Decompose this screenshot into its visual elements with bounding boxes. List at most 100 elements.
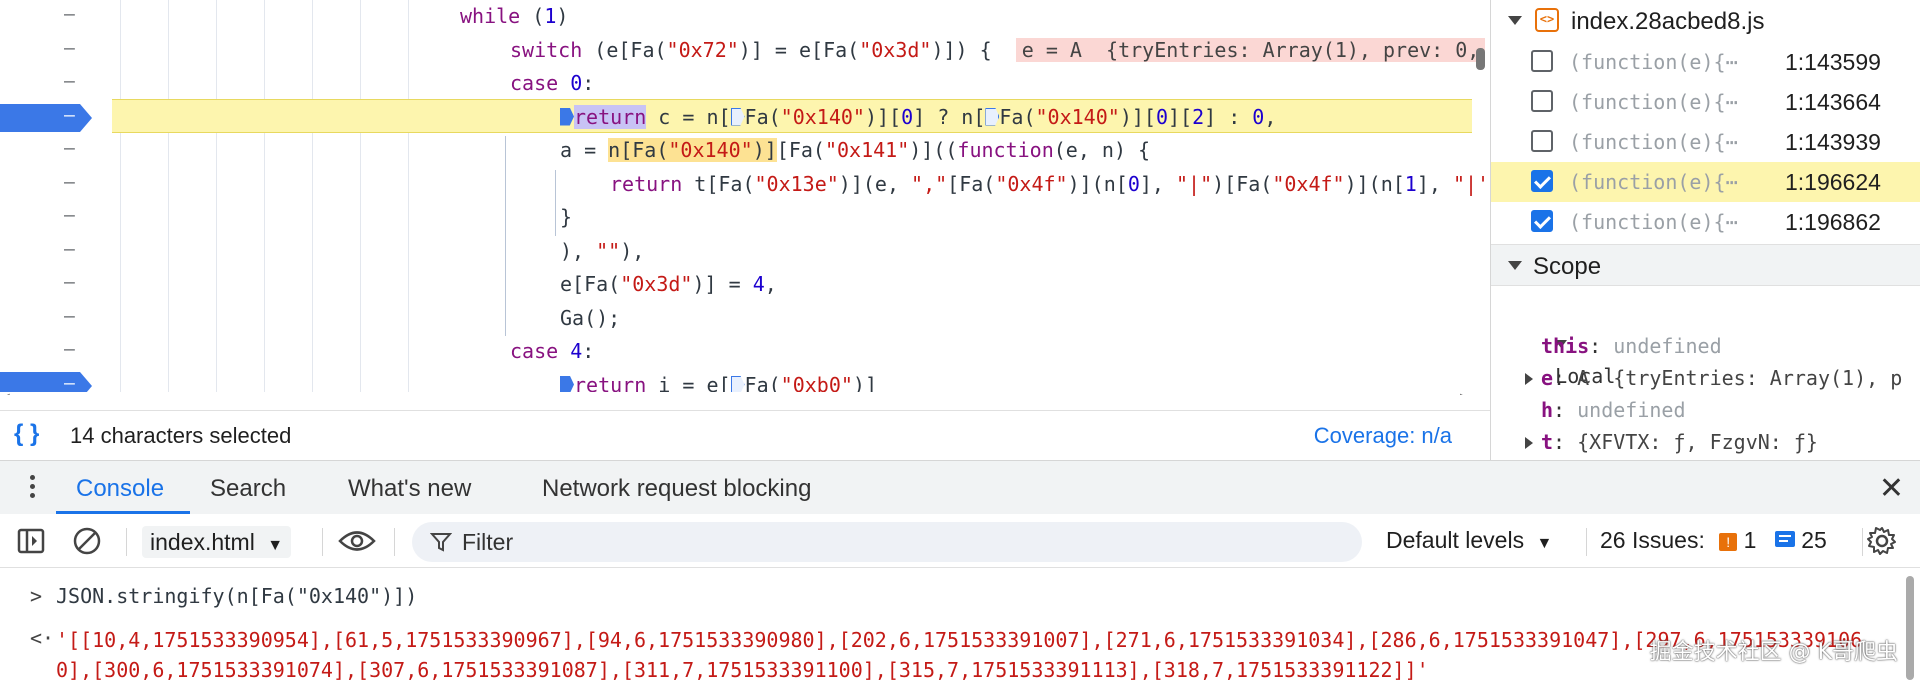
sidebar-toggle-icon[interactable]	[16, 526, 46, 561]
code-token: )[Fa(	[1212, 171, 1273, 196]
gutter-dash: –	[64, 372, 75, 394]
inline-breakpoint-icon[interactable]	[985, 107, 1000, 126]
issues-warning-count: 1	[1743, 527, 1757, 553]
code-token: c = n[	[646, 104, 731, 129]
code-line[interactable]: return c = n[Fa("0x140")][0] ? n[Fa("0x1…	[560, 100, 1276, 134]
breakpoint-item[interactable]: (function(e){⋯ 1:143599	[1491, 42, 1920, 82]
code-token: "|'	[1452, 171, 1490, 196]
tab-network-request-blocking[interactable]: Network request blocking	[542, 475, 811, 503]
gutter-line[interactable]: –	[0, 67, 100, 100]
breakpoint-checkbox[interactable]	[1531, 90, 1553, 112]
console-result[interactable]: '[[10,4,1751533390954],[61,5,17515333909…	[56, 625, 1876, 685]
scope-variable-this[interactable]: this: undefined	[1525, 330, 1722, 362]
breakpoint-checkbox[interactable]	[1531, 170, 1553, 192]
breakpoint-item[interactable]: (function(e){⋯ 1:196624	[1491, 162, 1920, 202]
context-selector[interactable]: index.html ▼	[142, 526, 292, 558]
gutter-line[interactable]: –	[0, 0, 100, 33]
pretty-print-icon[interactable]: { }	[14, 420, 39, 448]
log-levels-dropdown[interactable]: Default levels ▼	[1386, 527, 1552, 554]
breakpoint-snippet: (function(e){⋯	[1569, 130, 1738, 154]
breakpoint-checkbox[interactable]	[1531, 130, 1553, 152]
expand-triangle-icon[interactable]	[1525, 373, 1533, 385]
scope-local-group[interactable]: Local	[1507, 296, 1615, 388]
code-line[interactable]: }	[560, 200, 572, 234]
coverage-status[interactable]: Coverage: n/a	[1314, 423, 1452, 449]
tab-search[interactable]: Search	[210, 475, 286, 503]
scroll-left-icon[interactable]: ◀	[2, 392, 10, 395]
collapse-triangle-icon[interactable]	[1508, 261, 1522, 270]
code-token: ),	[560, 238, 597, 263]
scope-section-header[interactable]: Scope	[1491, 244, 1920, 286]
breakpoint-item[interactable]: (function(e){⋯ 1:143664	[1491, 82, 1920, 122]
gutter-line[interactable]: –	[0, 101, 100, 134]
inline-breakpoint-icon[interactable]	[730, 375, 745, 394]
code-line[interactable]: case 4:	[510, 334, 594, 368]
gutter-dash: –	[64, 138, 75, 159]
indent-guide	[408, 0, 409, 395]
breakpoint-location: 1:143939	[1785, 129, 1881, 155]
inline-breakpoint-icon[interactable]	[560, 107, 574, 126]
console-scrollbar[interactable]	[1906, 576, 1914, 680]
inline-breakpoint-icon[interactable]	[560, 375, 574, 394]
scope-variable-e[interactable]: e: A {tryEntries: Array(1), p	[1525, 362, 1902, 394]
code-token: [Fa(	[947, 171, 996, 196]
code-line[interactable]: ), ""),	[560, 234, 644, 268]
scope-variable-t[interactable]: t: {XFVTX: ƒ, FzgvN: ƒ}	[1525, 426, 1818, 458]
code-token: 0	[1252, 104, 1265, 129]
gutter-line[interactable]: –	[0, 201, 100, 234]
issues-label: 26 Issues:	[1600, 527, 1705, 553]
console-command[interactable]: JSON.stringify(n[Fa("0x140")])	[56, 584, 417, 608]
breakpoint-item[interactable]: (function(e){⋯ 1:143939	[1491, 122, 1920, 162]
close-drawer-icon[interactable]: ✕	[1879, 471, 1904, 506]
indent-guide	[312, 0, 313, 395]
scroll-right-icon[interactable]: ▶	[1460, 392, 1468, 395]
inline-breakpoint-icon[interactable]	[730, 107, 745, 126]
gutter-line[interactable]: –	[0, 235, 100, 268]
selection-count: 14 characters selected	[70, 423, 292, 448]
code-token: "|"	[1175, 171, 1213, 196]
code-token: function	[957, 138, 1054, 162]
breakpoint-checkbox[interactable]	[1531, 50, 1553, 72]
code-line[interactable]: return t[Fa("0x13e")](e, ","[Fa("0x4f")]…	[610, 167, 1489, 201]
code-line[interactable]: while (1)	[460, 0, 568, 33]
gutter-line[interactable]: –	[0, 268, 100, 301]
code-token: a =	[560, 138, 609, 162]
clear-console-icon[interactable]	[72, 526, 102, 561]
console-settings-gear-icon[interactable]	[1866, 525, 1898, 562]
console-output[interactable]: > JSON.stringify(n[Fa("0x140")]) <· '[[1…	[0, 568, 1920, 688]
code-line[interactable]: case 0:	[510, 66, 594, 100]
tab-console[interactable]: Console	[76, 475, 164, 503]
collapse-triangle-icon[interactable]	[1508, 16, 1522, 25]
breakpoint-checkbox[interactable]	[1531, 210, 1553, 232]
gutter-line[interactable]: –	[0, 168, 100, 201]
gutter-dash: –	[64, 37, 75, 59]
breakpoint-marker-icon[interactable]	[0, 103, 92, 132]
editor-horizontal-scrollbar[interactable]: ◀ ▶	[0, 392, 1490, 395]
code-line[interactable]: a = n[Fa("0x140")][Fa("0x141")]((functio…	[560, 133, 1150, 167]
more-menu-icon[interactable]	[30, 475, 36, 501]
editor-vertical-scrollbar[interactable]	[1476, 48, 1485, 70]
expand-triangle-icon[interactable]	[1525, 437, 1533, 449]
breakpoint-item[interactable]: (function(e){⋯ 1:196862	[1491, 202, 1920, 242]
code-token: :	[582, 71, 595, 95]
filter-input[interactable]: Filter	[412, 522, 1362, 562]
live-expression-eye-icon[interactable]	[338, 528, 376, 559]
code-line[interactable]: switch (e[Fa("0x72")] = e[Fa("0x3d")]) {…	[510, 33, 1486, 67]
code-token: 4	[752, 272, 765, 296]
issues-counter[interactable]: 26 Issues: ! 1 25	[1600, 527, 1827, 554]
code-line[interactable]: return i = e[Fa("0xb0")]	[560, 368, 877, 395]
tab-whats-new[interactable]: What's new	[348, 475, 471, 503]
source-editor[interactable]: – – – – – – – – – – – – while (1) switch (e[Fa("0x72…	[0, 0, 1490, 395]
gutter-line[interactable]: –	[0, 302, 100, 335]
indent-guide	[360, 0, 361, 395]
gutter-line[interactable]: –	[0, 34, 100, 67]
watermark: 掘金技术社区 @ K哥爬虫	[1649, 640, 1898, 665]
gutter-dash: –	[64, 272, 75, 293]
scope-variable-h[interactable]: h: undefined	[1525, 394, 1686, 426]
result-arrow-icon: <·	[30, 626, 55, 650]
code-line[interactable]: e[Fa("0x3d")] = 4,	[560, 267, 777, 301]
gutter-line[interactable]: –	[0, 134, 100, 167]
breakpoint-file-group[interactable]: <> index.28acbed8.js	[1491, 0, 1920, 40]
gutter-line[interactable]: –	[0, 335, 100, 368]
code-line[interactable]: Ga();	[560, 301, 620, 335]
